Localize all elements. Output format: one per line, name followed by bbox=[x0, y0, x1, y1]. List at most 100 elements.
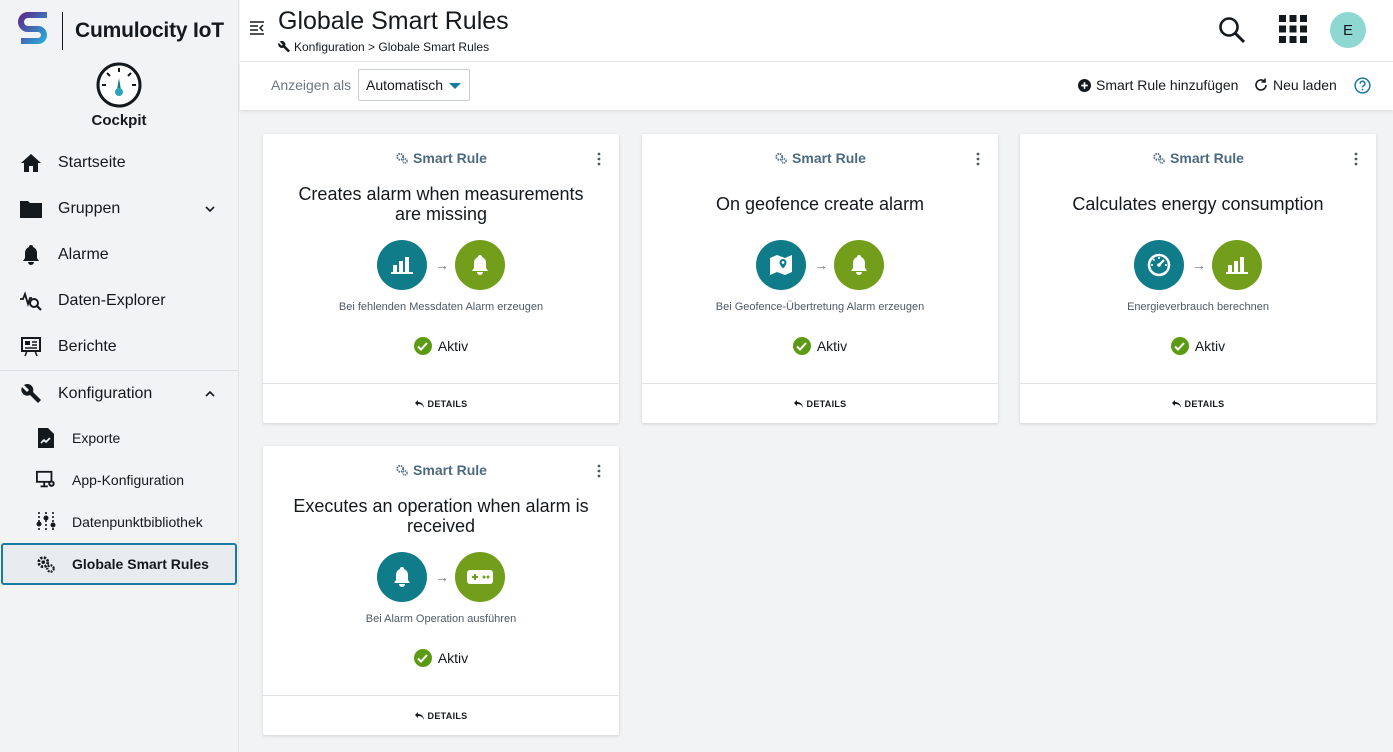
brand-name: Cumulocity IoT bbox=[75, 19, 224, 42]
rule-flow: → bbox=[263, 240, 619, 290]
kebab-menu-icon[interactable] bbox=[597, 152, 601, 166]
sidebar-item-startseite[interactable]: Startseite bbox=[0, 140, 238, 186]
card-status[interactable]: Aktiv bbox=[1020, 337, 1376, 355]
card-title: Creates alarm when measurements are miss… bbox=[298, 184, 584, 224]
wrench-icon bbox=[278, 41, 290, 53]
card-category: Smart Rule bbox=[1020, 150, 1376, 166]
app-grid-icon[interactable] bbox=[1279, 15, 1307, 43]
reply-icon bbox=[793, 399, 803, 408]
reload-button[interactable]: Neu laden bbox=[1254, 77, 1337, 93]
brand[interactable]: Cumulocity IoT bbox=[0, 0, 238, 62]
sidebar-nav: Startseite Gruppen Alarme Daten-Explorer… bbox=[0, 140, 238, 585]
sidebar-subitem-exporte[interactable]: Exporte bbox=[0, 417, 238, 459]
card-status[interactable]: Aktiv bbox=[642, 337, 998, 355]
sidebar-subitem-datenpunktbibliothek[interactable]: Datenpunktbibliothek bbox=[0, 501, 238, 543]
smart-rule-card: Smart Rule Creates alarm when measuremen… bbox=[263, 134, 619, 423]
arrow-right-icon: → bbox=[814, 257, 828, 273]
sidebar-item-berichte[interactable]: Berichte bbox=[0, 324, 238, 370]
bar-chart-icon bbox=[377, 240, 427, 290]
sidebar-item-konfiguration[interactable]: Konfiguration bbox=[0, 371, 238, 417]
details-label: DETAILS bbox=[427, 710, 468, 721]
card-description: Bei Alarm Operation ausführen bbox=[365, 613, 517, 625]
cumulocity-logo-icon bbox=[18, 12, 47, 44]
view-mode-label: Anzeigen als bbox=[271, 77, 352, 93]
cogs-icon bbox=[396, 464, 408, 476]
details-button[interactable]: DETAILS bbox=[1020, 383, 1376, 423]
chevron-down-icon[interactable] bbox=[204, 203, 216, 215]
plus-circle-icon bbox=[1078, 78, 1091, 92]
app-switcher[interactable]: Cockpit bbox=[0, 62, 238, 134]
sidebar-item-alarme[interactable]: Alarme bbox=[0, 232, 238, 278]
sidebar-item-label: Konfiguration bbox=[58, 385, 153, 402]
reply-icon bbox=[1171, 399, 1181, 408]
bell-icon bbox=[377, 552, 427, 602]
view-mode-value: Automatisch bbox=[366, 77, 444, 93]
monitor-settings-icon bbox=[36, 470, 56, 490]
rule-flow: → bbox=[1020, 240, 1376, 290]
rule-flow: → bbox=[263, 552, 619, 602]
sidebar-subitem-globale-smart-rules[interactable]: Globale Smart Rules bbox=[1, 543, 237, 585]
sidebar-subitem-label: App-Konfiguration bbox=[72, 472, 185, 488]
card-category: Smart Rule bbox=[263, 462, 619, 478]
arrow-right-icon: → bbox=[435, 569, 449, 585]
app-name: Cockpit bbox=[91, 112, 147, 129]
details-button[interactable]: DETAILS bbox=[263, 383, 619, 423]
card-category: Smart Rule bbox=[263, 150, 619, 166]
export-file-icon bbox=[36, 428, 56, 448]
page-title: Globale Smart Rules bbox=[278, 7, 509, 35]
status-label: Aktiv bbox=[816, 338, 848, 354]
details-button[interactable]: DETAILS bbox=[263, 695, 619, 735]
breadcrumb-text[interactable]: Konfiguration > Globale Smart Rules bbox=[294, 40, 489, 54]
gamepad-icon bbox=[455, 552, 505, 602]
card-title: Executes an operation when alarm is rece… bbox=[293, 496, 589, 536]
kebab-menu-icon[interactable] bbox=[597, 464, 601, 478]
card-category-label: Smart Rule bbox=[1170, 150, 1244, 166]
check-circle-icon bbox=[1170, 337, 1189, 355]
card-category-label: Smart Rule bbox=[792, 150, 866, 166]
status-label: Aktiv bbox=[1194, 338, 1226, 354]
home-icon bbox=[20, 152, 42, 174]
help-icon[interactable] bbox=[1354, 77, 1371, 94]
details-label: DETAILS bbox=[806, 398, 847, 409]
sidebar-subitem-app-konfiguration[interactable]: App-Konfiguration bbox=[0, 459, 238, 501]
report-icon bbox=[20, 336, 42, 358]
sidebar: Cumulocity IoT Cockpit Startseite Gruppe… bbox=[0, 0, 239, 752]
breadcrumb[interactable]: Konfiguration > Globale Smart Rules bbox=[278, 40, 489, 54]
smart-rule-card: Smart Rule Calculates energy consumption… bbox=[1020, 134, 1376, 423]
card-status[interactable]: Aktiv bbox=[263, 337, 619, 355]
reload-label: Neu laden bbox=[1273, 77, 1337, 93]
search-icon[interactable] bbox=[1218, 16, 1246, 44]
card-status[interactable]: Aktiv bbox=[263, 649, 619, 667]
kebab-menu-icon[interactable] bbox=[1354, 152, 1358, 166]
wrench-icon bbox=[20, 383, 42, 405]
map-pin-icon bbox=[756, 240, 806, 290]
caret-down-icon bbox=[449, 83, 461, 89]
sidebar-toggle-icon[interactable] bbox=[249, 20, 265, 36]
check-circle-icon bbox=[413, 337, 432, 355]
status-label: Aktiv bbox=[437, 650, 469, 666]
kebab-menu-icon[interactable] bbox=[976, 152, 980, 166]
view-mode-select[interactable]: Automatisch bbox=[358, 69, 470, 101]
card-title: On geofence create alarm bbox=[715, 194, 925, 214]
add-smart-rule-button[interactable]: Smart Rule hinzufügen bbox=[1078, 77, 1238, 93]
sidebar-item-label: Daten-Explorer bbox=[58, 292, 166, 309]
sidebar-item-label: Startseite bbox=[58, 154, 126, 171]
card-category-label: Smart Rule bbox=[413, 150, 487, 166]
rule-flow: → bbox=[642, 240, 998, 290]
smart-rule-card: Smart Rule On geofence create alarm → Be… bbox=[642, 134, 998, 423]
data-explorer-icon bbox=[20, 290, 42, 312]
check-circle-icon bbox=[413, 649, 432, 667]
page-header: Globale Smart Rules Konfiguration > Glob… bbox=[240, 0, 1393, 62]
sidebar-item-gruppen[interactable]: Gruppen bbox=[0, 186, 238, 232]
details-label: DETAILS bbox=[1184, 398, 1225, 409]
user-avatar[interactable]: E bbox=[1330, 12, 1366, 48]
action-bar: Anzeigen als Automatisch Smart Rule hinz… bbox=[240, 62, 1393, 110]
sidebar-item-daten-explorer[interactable]: Daten-Explorer bbox=[0, 278, 238, 324]
details-button[interactable]: DETAILS bbox=[642, 383, 998, 423]
speedometer-icon bbox=[1134, 240, 1184, 290]
arrow-right-icon: → bbox=[1192, 257, 1206, 273]
details-label: DETAILS bbox=[427, 398, 468, 409]
chevron-up-icon[interactable] bbox=[204, 388, 216, 400]
cogs-icon bbox=[396, 152, 408, 164]
card-description: Bei Geofence-Übertretung Alarm erzeugen bbox=[715, 301, 925, 313]
